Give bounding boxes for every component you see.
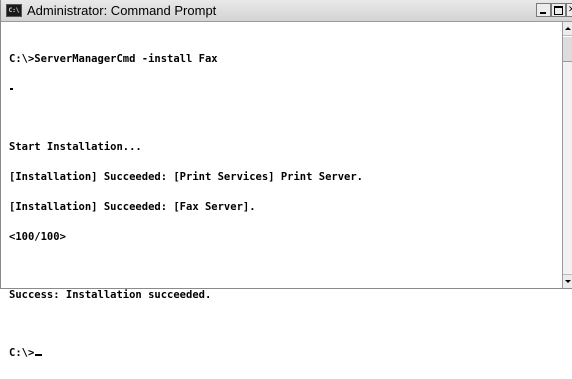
- vertical-scrollbar[interactable]: [562, 22, 572, 288]
- scroll-up-arrow-icon[interactable]: [563, 22, 572, 36]
- title-bar[interactable]: C:\ Administrator: Command Prompt: [1, 0, 572, 22]
- console-line: Start Installation...: [9, 141, 142, 153]
- text-cursor: [35, 354, 43, 356]
- console-line: C:\>ServerManagerCmd -install Fax: [9, 53, 218, 65]
- maximize-button[interactable]: [551, 3, 566, 17]
- minimize-button[interactable]: [536, 3, 551, 17]
- console-line-marker: [9, 84, 557, 94]
- command-prompt-window: C:\ Administrator: Command Prompt C:\>Se…: [0, 0, 572, 359]
- console-window-icon[interactable]: C:\: [6, 4, 22, 17]
- scroll-thumb[interactable]: [563, 36, 572, 62]
- window-title: Administrator: Command Prompt: [27, 3, 217, 18]
- console-line: [Installation] Succeeded: [Fax Server].: [9, 201, 256, 213]
- console-prompt-line: C:\>: [9, 348, 557, 358]
- console-prompt: C:\>: [9, 347, 35, 359]
- scroll-down-arrow-icon[interactable]: [563, 274, 572, 288]
- close-button[interactable]: [566, 3, 572, 17]
- console-line: [Installation] Succeeded: [Print Service…: [9, 171, 364, 183]
- console-line: <100/100>: [9, 231, 66, 243]
- console-output[interactable]: C:\>ServerManagerCmd -install Fax Start …: [9, 34, 557, 359]
- console-tick-mark: [10, 88, 13, 90]
- console-line: Success: Installation succeeded.: [9, 289, 212, 301]
